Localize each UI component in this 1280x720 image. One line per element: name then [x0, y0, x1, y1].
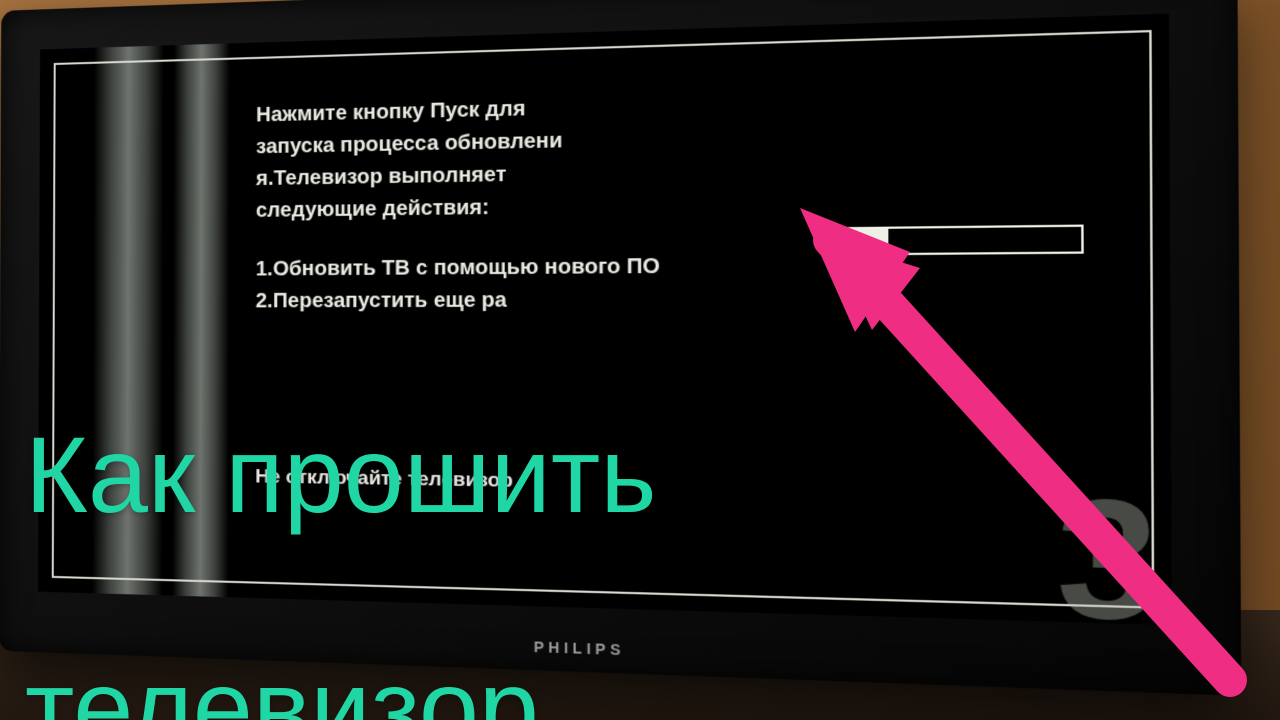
intro-line: запуска процесса обновлени [256, 124, 608, 163]
update-intro: Нажмите кнопку Пуск для запуска процесса… [256, 91, 608, 227]
progress-bar [833, 225, 1083, 256]
tv-brand-label: PHILIPS [534, 638, 625, 658]
update-message: Нажмите кнопку Пуск для запуска процесса… [255, 78, 1121, 508]
tv-bezel: Нажмите кнопку Пуск для запуска процесса… [0, 0, 1241, 696]
intro-line: я.Телевизор выполняет [256, 157, 608, 195]
progress-fill [836, 229, 889, 254]
update-steps: 1.Обновить ТВ с помощью нового ПО 2.Пере… [256, 247, 1121, 318]
tv-set: Нажмите кнопку Пуск для запуска процесса… [0, 0, 1241, 696]
step-line: 2.Перезапустить еще ра [256, 282, 1121, 318]
tv-screen: Нажмите кнопку Пуск для запуска процесса… [38, 14, 1172, 625]
intro-line: следующие действия: [256, 190, 608, 227]
